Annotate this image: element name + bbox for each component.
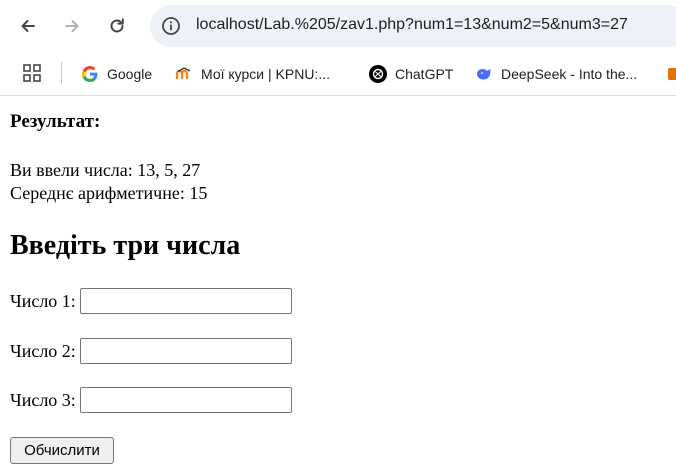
num3-input[interactable] (79, 387, 292, 413)
bookmark-label: Мої курси | KPNU:... (201, 66, 330, 82)
result-heading: Результат: (10, 111, 101, 132)
arrow-right-icon (65, 20, 79, 32)
bookmark-deepseek[interactable]: DeepSeek - Into the... (475, 62, 637, 86)
deepseek-icon (475, 65, 493, 83)
reload-button[interactable] (101, 10, 133, 42)
num2-label: Число 2: (10, 340, 76, 361)
reload-icon (110, 18, 124, 33)
num3-label: Число 3: (10, 389, 76, 410)
bookmark-label: Google (107, 66, 153, 82)
bookmark-moodle[interactable]: Мої курси | KPNU:... (175, 62, 330, 86)
field-row-num1: Число 1: (10, 288, 292, 314)
google-icon (81, 65, 99, 83)
field-row-num2: Число 2: (10, 338, 292, 364)
info-icon[interactable] (160, 15, 182, 37)
bookmark-label: DeepSeek - Into the... (501, 66, 638, 82)
bookmark-google[interactable]: Google (81, 62, 152, 86)
address-bar[interactable]: localhost/Lab.%205/zav1.php?num1=13&num2… (150, 5, 676, 47)
forward-button[interactable] (56, 10, 88, 42)
bookmark-favicon-icon (666, 65, 676, 83)
arrow-left-icon (21, 20, 35, 32)
average-text: Середнє арифметичне: 15 (10, 183, 208, 203)
bookmark-chatgpt[interactable]: ChatGPT (369, 62, 453, 86)
bookmark-label: ChatGPT (395, 66, 454, 82)
calculate-button[interactable]: Обчислити (10, 437, 114, 464)
bookmark-partial[interactable] (666, 62, 676, 86)
back-button[interactable] (12, 10, 44, 42)
num1-input[interactable] (79, 288, 292, 314)
browser-toolbar: localhost/Lab.%205/zav1.php?num1=13&num2… (0, 0, 676, 52)
apps-grid-icon[interactable] (22, 63, 42, 83)
bookmarks-bar: Google Мої курси | KPNU:... ChatGPT Deep… (0, 52, 676, 96)
moodle-icon (175, 65, 193, 83)
num1-label: Число 1: (10, 290, 76, 311)
form-heading: Введіть три числа (10, 230, 241, 261)
chatgpt-icon (369, 65, 387, 83)
num2-input[interactable] (79, 338, 292, 364)
field-row-num3: Число 3: (10, 387, 292, 413)
bookmarks-separator (61, 62, 62, 84)
url-text: localhost/Lab.%205/zav1.php?num1=13&num2… (196, 16, 628, 33)
entered-numbers-text: Ви ввели числа: 13, 5, 27 (10, 160, 201, 180)
